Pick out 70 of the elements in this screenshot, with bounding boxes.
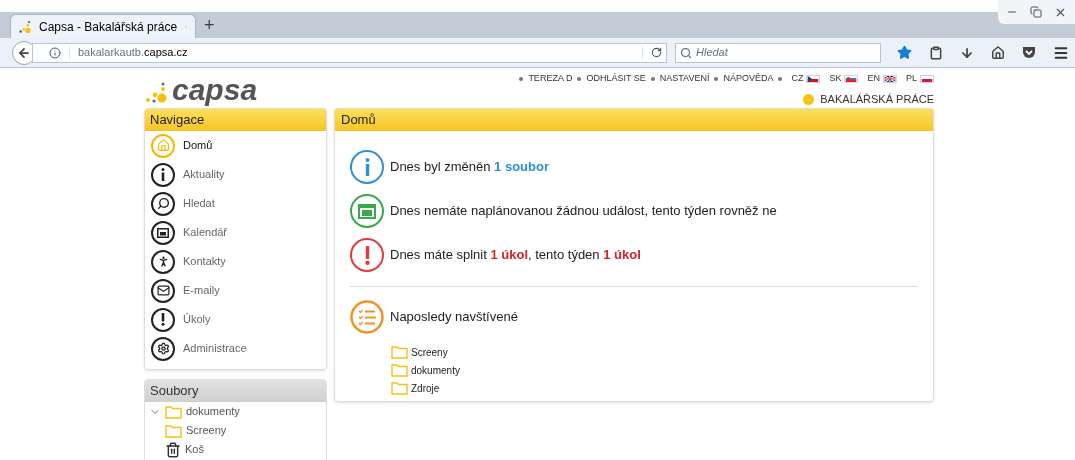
trash-icon xyxy=(165,441,181,458)
recent-folder-link[interactable]: Screeny xyxy=(391,343,918,361)
pocket-icon[interactable] xyxy=(1022,46,1036,59)
folder-icon xyxy=(391,345,408,359)
folder-icon xyxy=(391,363,408,377)
home-icon xyxy=(151,133,175,158)
search-field[interactable]: Hledat xyxy=(675,42,881,63)
flag-icon xyxy=(883,75,897,83)
language-link[interactable]: EN xyxy=(867,72,880,86)
menu-icon[interactable] xyxy=(1053,44,1069,61)
mail-icon xyxy=(151,278,175,303)
file-tree-item[interactable]: Koš xyxy=(145,440,326,459)
task-icon xyxy=(151,307,175,332)
panel-header: Navigace xyxy=(145,109,326,131)
address-field[interactable]: bakalarkautb.capsa.cz xyxy=(32,42,667,63)
folder-icon xyxy=(165,404,182,419)
top-link[interactable]: TEREZA D xyxy=(528,72,573,86)
nav-item[interactable]: Domů xyxy=(145,131,326,160)
language-link[interactable]: PL xyxy=(906,72,917,86)
search-icon xyxy=(680,46,692,59)
message-text: Dnes máte splnit 1 úkol, tento týden 1 úkol xyxy=(390,246,641,265)
language-link[interactable]: CZ xyxy=(791,72,804,86)
flag-icon xyxy=(920,75,934,83)
nav-item[interactable]: Hledat xyxy=(145,189,326,218)
message-text: Dnes nemáte naplánovanou žádnou událost, tento týden rovněž ne xyxy=(390,202,777,221)
restore-icon[interactable] xyxy=(1030,6,1042,18)
person-icon xyxy=(151,249,175,274)
search-icon xyxy=(151,191,175,216)
file-tree-item[interactable]: dokumenty xyxy=(145,402,326,421)
flag-icon xyxy=(806,75,821,83)
recent-folder-link[interactable]: Zdroje xyxy=(391,379,918,397)
new-tab-button[interactable]: + xyxy=(196,14,223,36)
folder-icon xyxy=(391,381,408,395)
project-name[interactable]: BAKALÁŘSKÁ PRÁCE xyxy=(820,91,934,108)
calendar-icon xyxy=(350,194,384,228)
home-icon[interactable] xyxy=(991,45,1005,60)
nav-item[interactable]: Aktuality xyxy=(145,160,326,189)
nav-item[interactable]: Administrace xyxy=(145,334,326,363)
logo-dots-icon xyxy=(19,20,31,33)
top-link[interactable]: NASTAVENÍ xyxy=(659,72,710,86)
folder-icon xyxy=(165,423,182,438)
checklist-icon xyxy=(350,300,384,334)
info-icon[interactable] xyxy=(49,46,61,59)
calendar-icon xyxy=(151,220,175,245)
info-icon xyxy=(350,150,384,184)
clipboard-icon[interactable] xyxy=(929,45,943,60)
url-text: bakalarkautb.capsa.cz xyxy=(78,45,188,61)
download-icon[interactable] xyxy=(960,45,974,60)
top-link[interactable]: NÁPOVĚDA xyxy=(723,72,774,86)
exclamation-icon xyxy=(350,238,384,272)
bookmark-star-icon[interactable] xyxy=(897,45,912,60)
nav-item[interactable]: Úkoly xyxy=(145,305,326,334)
panel-header: Soubory xyxy=(145,380,326,402)
nav-item[interactable]: Kalendář xyxy=(145,218,326,247)
file-tree-item[interactable]: Screeny xyxy=(145,421,326,440)
info-icon xyxy=(151,162,175,187)
capsa-logo[interactable]: capsa xyxy=(144,76,258,104)
gear-icon xyxy=(151,336,175,361)
top-link[interactable]: ODHLÁSIT SE xyxy=(586,72,646,86)
message-text: Dnes byl změněn 1 soubor xyxy=(390,158,549,177)
language-link[interactable]: SK xyxy=(829,72,842,86)
section-title: Naposledy navštívené xyxy=(390,308,518,327)
reload-icon[interactable] xyxy=(651,47,662,58)
tab-title: Capsa - Bakalářská práce xyxy=(39,18,178,36)
nav-item[interactable]: E-maily xyxy=(145,276,326,305)
panel-header: Domů xyxy=(335,109,933,131)
browser-tab[interactable]: Capsa - Bakalářská práce xyxy=(10,14,196,38)
recent-folder-link[interactable]: dokumenty xyxy=(391,361,918,379)
flag-icon xyxy=(844,75,859,83)
nav-item[interactable]: Kontakty xyxy=(145,247,326,276)
